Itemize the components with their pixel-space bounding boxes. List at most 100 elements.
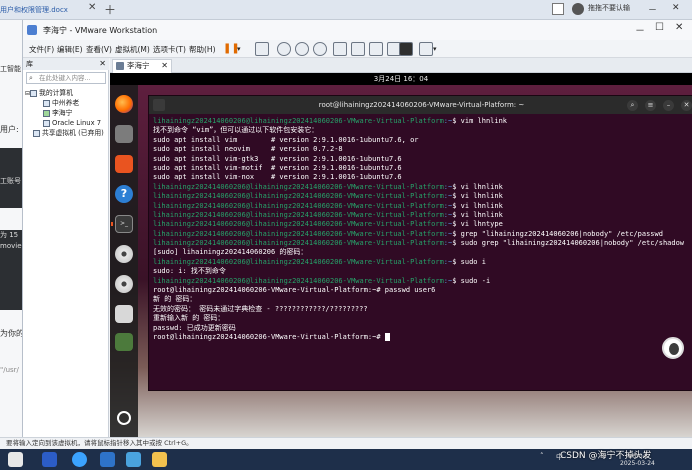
sliver-text: 为你的 — [0, 329, 24, 338]
vm-tab-bar: 李海宁 ✕ — [110, 58, 692, 73]
new-tab-icon[interactable]: ＋ — [104, 1, 116, 18]
chevron-up-icon[interactable]: ˄ — [540, 452, 544, 460]
avatar — [669, 343, 679, 355]
active-indicator — [111, 222, 113, 226]
library-title: 库 — [26, 60, 33, 68]
terminal-icon[interactable]: >_ — [115, 215, 133, 233]
tree-item-label: 共享虚拟机 (已弃用) — [42, 129, 104, 137]
tree-item-shared-vms[interactable]: 共享虚拟机 (已弃用) — [25, 128, 109, 138]
tree-item-my-computer[interactable]: ⊟ 我的计算机 — [25, 88, 109, 98]
menu-edit[interactable]: 编辑(E) — [57, 44, 83, 55]
csdn-watermark: CSDN @海宁不掉头发 — [560, 451, 652, 461]
app-icon[interactable] — [100, 452, 115, 467]
snapshot-icon[interactable] — [277, 42, 291, 56]
show-apps-icon[interactable] — [117, 411, 131, 425]
disc-icon[interactable] — [115, 245, 133, 263]
tree-item-vm[interactable]: Oracle Linux 7 — [25, 118, 109, 128]
ubuntu-clock[interactable]: 3月24日 16：04 — [374, 75, 428, 83]
chevron-down-icon[interactable]: ▾ — [433, 42, 447, 56]
close-icon[interactable]: ✕ — [675, 22, 683, 33]
window-icon[interactable] — [552, 3, 564, 15]
terminal-line: lihainingz202414060206@lihainingz2024140… — [153, 183, 692, 192]
send-keys-icon[interactable] — [255, 42, 269, 56]
terminal-line: 新 的 密码： — [153, 295, 692, 304]
prompt-user-host: lihainingz202414060206@lihainingz2024140… — [153, 276, 444, 285]
terminal-window[interactable]: root@lihainingz202414060206-VMware-Virtu… — [148, 95, 692, 391]
folder-icon[interactable] — [152, 452, 167, 467]
tree-item-label: Oracle Linux 7 — [52, 119, 102, 127]
menu-icon[interactable]: ≡ — [645, 100, 656, 111]
library-view-icon[interactable] — [333, 42, 347, 56]
shared-computer-icon — [33, 129, 40, 137]
command-text: $ sudo grep "lihainingz202414060206|nobo… — [452, 239, 685, 248]
menu-file[interactable]: 文件(F) — [29, 44, 54, 55]
library-header: 库 ✕ — [23, 58, 109, 70]
console-view-icon[interactable] — [399, 42, 413, 56]
close-icon[interactable]: ✕ — [681, 100, 692, 111]
vm-tab[interactable]: 李海宁 ✕ — [112, 59, 172, 73]
tree-item-vm[interactable]: 中州养老 — [25, 98, 109, 108]
avatar[interactable] — [572, 3, 584, 15]
app-icon[interactable] — [126, 452, 141, 467]
host-tray-text[interactable]: 拖拖不要认输 — [588, 3, 630, 13]
prompt-dir: :~ — [443, 257, 453, 266]
tree-item-vm[interactable]: 李海宁 — [25, 108, 109, 118]
snapshot-manager-icon[interactable] — [313, 42, 327, 56]
output-text: sudo apt install vim-gtk3 # version 2:9.… — [153, 154, 402, 163]
window-title: 李海宁 - VMware Workstation — [43, 26, 158, 35]
text-cursor — [384, 332, 390, 341]
minimize-icon[interactable]: － — [648, 3, 657, 16]
split-view-icon[interactable] — [351, 42, 365, 56]
close-icon[interactable]: ✕ — [88, 2, 96, 13]
browser-icon[interactable] — [72, 452, 87, 467]
menu-vm[interactable]: 虚拟机(M) — [115, 44, 150, 55]
new-tab-icon[interactable] — [153, 99, 165, 111]
clock-date[interactable]: 2025-03-24 — [620, 460, 655, 467]
start-icon[interactable] — [8, 452, 23, 467]
app-center-icon[interactable] — [115, 155, 133, 173]
document-icon[interactable] — [115, 305, 133, 323]
ubuntu-dock: ? >_ — [110, 85, 138, 437]
terminal-line: lihainingz202414060206@lihainingz2024140… — [153, 230, 692, 239]
output-text: sudo apt install vim # version 2:9.1.001… — [153, 135, 419, 144]
output-text: 找不到命令 “vim”，但可以通过以下软件包安装它： — [153, 126, 319, 135]
command-text: $ vi lhnlink — [452, 192, 503, 201]
fullscreen-icon[interactable] — [369, 42, 383, 56]
firefox-icon[interactable] — [115, 95, 133, 113]
library-search-input[interactable]: ⌕ 在此处键入内容... — [26, 72, 106, 84]
prompt-dir: :~ — [443, 117, 453, 125]
prompt-dir: :~ — [443, 276, 453, 285]
files-icon[interactable] — [115, 125, 133, 143]
terminal-line: sudo apt install neovim # version 0.7.2-… — [153, 145, 692, 154]
sliver-text: 工账号 — [0, 177, 21, 185]
prompt-dir: :~ — [443, 220, 453, 229]
stretch-icon[interactable] — [419, 42, 433, 56]
close-icon[interactable]: ✕ — [99, 58, 106, 70]
prompt-dir: :~ — [443, 182, 453, 191]
menu-tabs[interactable]: 选项卡(T) — [153, 44, 186, 55]
prompt-dir: :~ — [443, 201, 453, 210]
trash-icon[interactable] — [115, 333, 133, 351]
search-icon[interactable]: ⌕ — [627, 100, 638, 111]
close-icon[interactable]: ✕ — [161, 60, 168, 72]
menu-help[interactable]: 帮助(H) — [189, 44, 216, 55]
close-icon[interactable]: ✕ — [672, 3, 680, 13]
minimize-icon[interactable]: － — [635, 22, 645, 37]
host-doc-tab[interactable]: 用户和权限管理.docx — [0, 2, 85, 18]
maximize-icon[interactable]: ☐ — [655, 22, 664, 33]
minimize-icon[interactable]: – — [663, 100, 674, 111]
terminal-line: sudo apt install vim-gtk3 # version 2:9.… — [153, 155, 692, 164]
vmware-title-bar: 李海宁 - VMware Workstation － ☐ ✕ — [23, 20, 692, 40]
floating-avatar[interactable] — [662, 337, 684, 359]
help-icon[interactable]: ? — [115, 185, 133, 203]
terminal-output[interactable]: lihainingz202414060206@lihainingz2024140… — [153, 117, 692, 391]
chevron-down-icon[interactable]: ▾ — [237, 42, 251, 56]
output-text: 新 的 密码： — [153, 295, 197, 304]
app-icon[interactable] — [42, 452, 57, 467]
disc-icon[interactable] — [115, 275, 133, 293]
menu-view[interactable]: 查看(V) — [86, 44, 112, 55]
prompt-dir: :~ — [443, 192, 453, 201]
pause-icon[interactable]: ❚❚ — [223, 42, 240, 56]
guest-screen[interactable]: 3月24日 16：04 ? >_ root@lihainingz20241406… — [110, 73, 692, 437]
revert-snapshot-icon[interactable] — [295, 42, 309, 56]
